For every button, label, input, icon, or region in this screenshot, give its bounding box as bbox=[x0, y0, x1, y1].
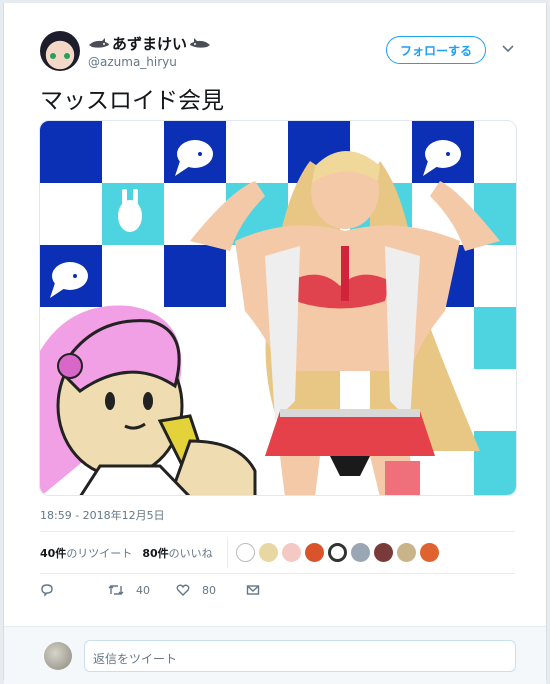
heart-icon bbox=[176, 584, 190, 596]
liker-avatar[interactable] bbox=[397, 543, 416, 562]
like-stat[interactable]: 80件のいいね bbox=[142, 545, 212, 561]
liker-avatar[interactable] bbox=[374, 543, 393, 562]
liker-avatar[interactable] bbox=[351, 543, 370, 562]
display-name-row[interactable]: あずまけい bbox=[88, 33, 211, 54]
chevron-down-icon[interactable] bbox=[502, 45, 514, 53]
like-button[interactable]: 80 bbox=[176, 583, 216, 597]
display-name: あずまけい bbox=[112, 35, 188, 53]
envelope-icon bbox=[246, 585, 260, 595]
follow-button[interactable]: フォローする bbox=[386, 36, 486, 64]
tweet-stats: 40件のリツイート 80件のいいね bbox=[40, 545, 213, 561]
user-avatar[interactable] bbox=[40, 31, 80, 71]
current-user-avatar bbox=[44, 642, 72, 670]
liker-avatar[interactable] bbox=[282, 543, 301, 562]
tweet-media-image[interactable] bbox=[39, 120, 517, 496]
retweet-stat[interactable]: 40件のリツイート bbox=[40, 545, 132, 561]
divider bbox=[40, 573, 515, 574]
retweet-count: 40 bbox=[136, 583, 150, 597]
tweet-timestamp[interactable]: 18:59 - 2018年12月5日 bbox=[40, 507, 165, 523]
liker-avatar[interactable] bbox=[305, 543, 324, 562]
like-count: 80 bbox=[202, 583, 216, 597]
divider bbox=[40, 531, 515, 532]
tweet-card: あずまけい @azuma_hiryu フォローする マッスロイド会見 18:59… bbox=[3, 3, 547, 684]
retweet-icon bbox=[108, 585, 124, 595]
user-handle[interactable]: @azuma_hiryu bbox=[88, 55, 177, 69]
direct-message-button[interactable] bbox=[246, 583, 260, 597]
liker-avatar[interactable] bbox=[236, 543, 255, 562]
shark-icon bbox=[89, 37, 109, 48]
reply-input[interactable]: 返信をツイート bbox=[84, 640, 516, 672]
liker-avatar[interactable] bbox=[328, 543, 347, 562]
illustration bbox=[40, 121, 516, 495]
liker-avatar[interactable] bbox=[259, 543, 278, 562]
reply-bar: 返信をツイート bbox=[4, 626, 546, 684]
liker-avatar[interactable] bbox=[420, 543, 439, 562]
reply-button[interactable] bbox=[40, 583, 54, 597]
liker-avatars bbox=[236, 543, 439, 562]
retweet-button[interactable]: 40 bbox=[108, 583, 150, 597]
tweet-text: マッスロイド会見 bbox=[40, 88, 224, 114]
reply-icon bbox=[41, 584, 53, 597]
shark-icon bbox=[190, 37, 211, 48]
divider bbox=[227, 538, 228, 568]
